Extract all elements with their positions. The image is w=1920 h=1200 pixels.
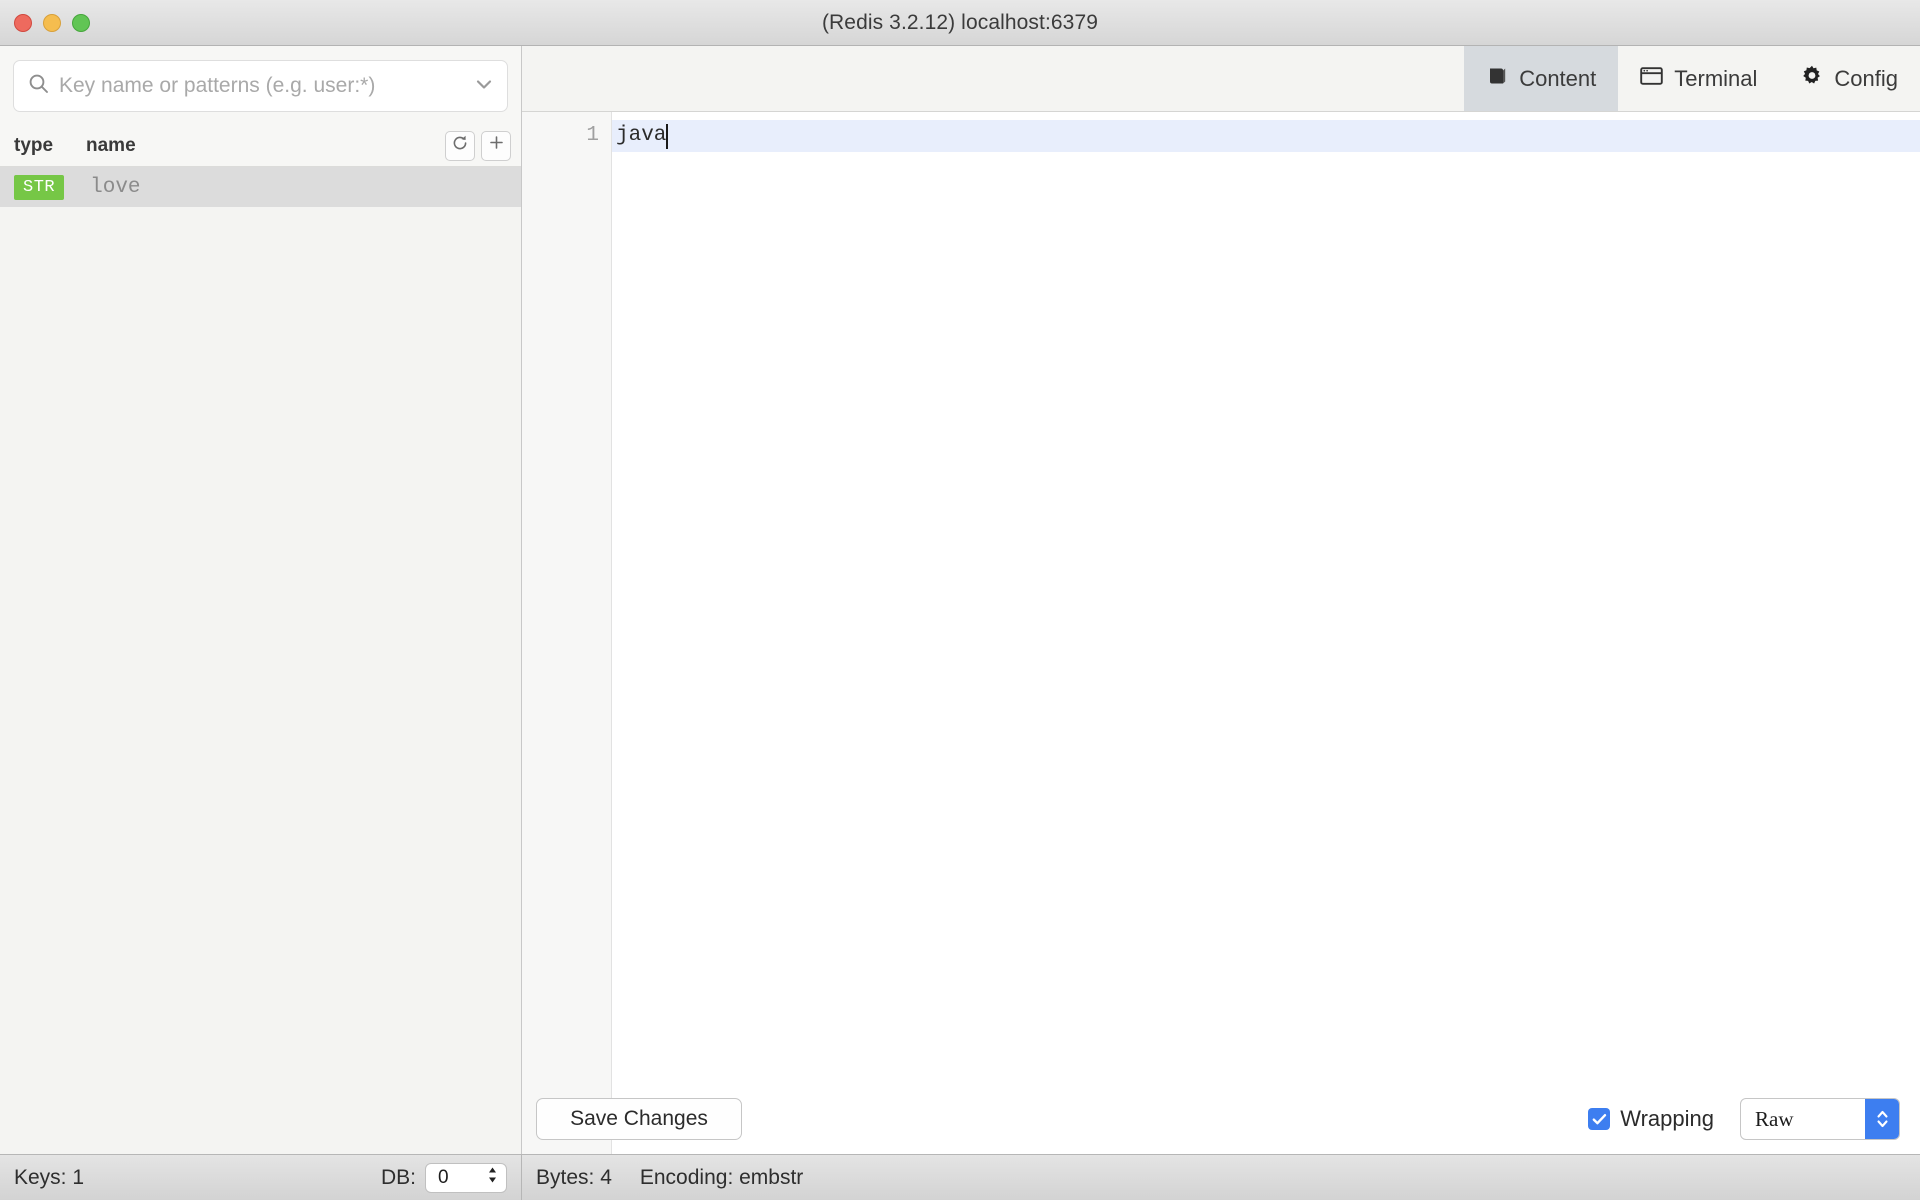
column-header-type: type	[14, 134, 54, 156]
stepper-arrows-icon[interactable]	[1865, 1099, 1899, 1139]
tab-config[interactable]: Config	[1779, 46, 1920, 111]
editor-footer: Save Changes Wrapping Raw	[522, 1084, 1920, 1154]
maximize-button[interactable]	[72, 13, 90, 32]
plus-icon	[488, 134, 505, 157]
line-number-gutter: 1	[522, 112, 612, 1154]
tab-content[interactable]: Content	[1464, 46, 1619, 111]
db-stepper[interactable]: 0	[425, 1162, 507, 1193]
encoding-label: Encoding: embstr	[639, 1165, 804, 1189]
app-window: (Redis 3.2.12) localhost:6379 Key name o…	[0, 0, 1920, 1200]
tab-config-label: Config	[1834, 65, 1898, 91]
minimize-button[interactable]	[43, 13, 61, 32]
book-icon	[1486, 65, 1508, 93]
bytes-label: Bytes: 4	[536, 1165, 612, 1189]
main-body: type name	[0, 46, 1920, 1154]
format-select[interactable]: Raw	[1740, 1098, 1900, 1140]
wrapping-checkbox[interactable]	[1588, 1108, 1611, 1130]
gear-icon	[1801, 65, 1823, 93]
key-list-header: type name	[0, 125, 521, 167]
window-controls	[14, 0, 90, 45]
search-input[interactable]	[59, 74, 463, 98]
tab-terminal-label: Terminal	[1674, 65, 1758, 91]
close-button[interactable]	[14, 13, 32, 32]
window-title: (Redis 3.2.12) localhost:6379	[821, 10, 1099, 34]
wrapping-toggle[interactable]: Wrapping	[1588, 1106, 1714, 1132]
status-bar-left: Keys: 1 DB: 0	[0, 1155, 522, 1200]
editor-active-line[interactable]: java	[612, 120, 1920, 152]
chevron-down-icon[interactable]	[473, 73, 495, 100]
stepper-up-down-icon[interactable]	[486, 1165, 499, 1191]
refresh-icon	[451, 134, 469, 158]
status-bar: Keys: 1 DB: 0 Bytes: 4 Encoding: embstr	[0, 1154, 1920, 1200]
wrapping-label: Wrapping	[1620, 1106, 1714, 1131]
text-caret	[666, 123, 669, 149]
search-area	[0, 46, 521, 125]
key-name-label: love	[90, 175, 141, 199]
db-selector[interactable]: DB: 0	[380, 1162, 507, 1193]
add-key-button[interactable]	[481, 130, 511, 161]
title-bar: (Redis 3.2.12) localhost:6379	[0, 0, 1920, 46]
window-icon	[1640, 66, 1664, 92]
column-header-name: name	[86, 134, 136, 156]
content-panel: Content Terminal Config 1 java Save Chan…	[522, 46, 1920, 1154]
key-browser-panel: type name	[0, 46, 522, 1154]
tab-content-label: Content	[1519, 65, 1597, 91]
db-label: DB:	[380, 1165, 416, 1189]
value-editor[interactable]: 1 java Save Changes Wrapping Raw	[522, 112, 1920, 1154]
search-icon	[28, 73, 49, 99]
tab-terminal[interactable]: Terminal	[1618, 46, 1779, 111]
line-number: 1	[586, 124, 599, 147]
key-type-badge: STR	[14, 174, 65, 200]
key-list-actions	[445, 130, 511, 161]
format-select-value: Raw	[1755, 1106, 1794, 1131]
status-bar-right: Bytes: 4 Encoding: embstr	[522, 1155, 1920, 1200]
db-value: 0	[438, 1166, 449, 1188]
editor-line-text: java	[616, 124, 667, 147]
keys-count-label: Keys: 1	[14, 1165, 85, 1189]
search-box[interactable]	[13, 60, 508, 112]
refresh-button[interactable]	[445, 130, 475, 161]
tab-bar: Content Terminal Config	[522, 46, 1920, 112]
save-changes-button[interactable]: Save Changes	[536, 1098, 742, 1140]
key-list[interactable]: STR love	[0, 167, 521, 1154]
key-list-item[interactable]: STR love	[0, 167, 521, 207]
editor-footer-right: Wrapping Raw	[1588, 1098, 1900, 1140]
code-area[interactable]: java	[612, 112, 1920, 1154]
check-icon	[1592, 1113, 1606, 1124]
